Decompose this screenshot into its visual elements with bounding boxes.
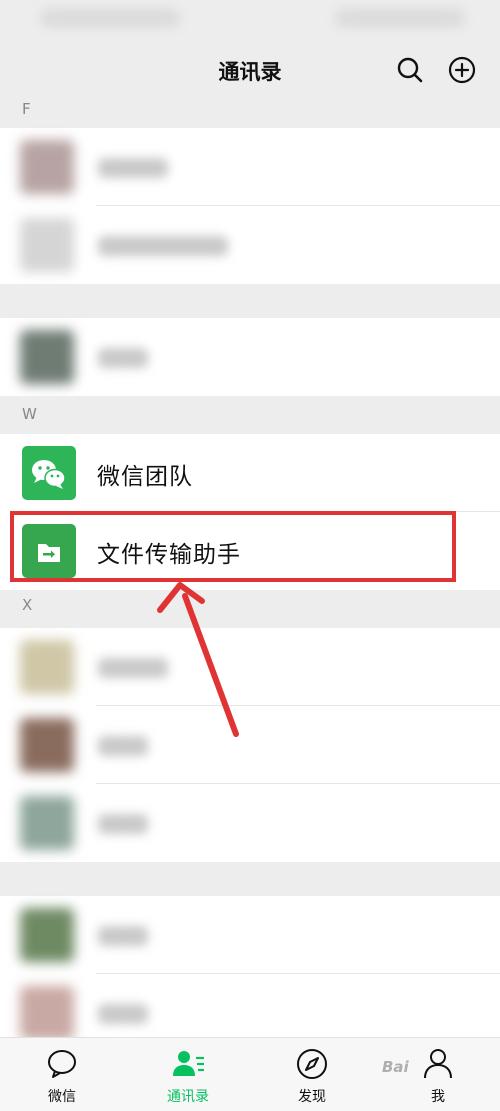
tab-label: 微信 xyxy=(48,1089,76,1105)
contacts-icon xyxy=(173,1051,204,1076)
tab-label: 发现 xyxy=(298,1089,326,1105)
chat-bubble-icon xyxy=(48,1050,76,1078)
tab-label: 我 xyxy=(431,1089,445,1105)
tab-bar: 微信 通讯录 发现 我 Bai xyxy=(0,1037,500,1111)
annotation-arrow xyxy=(157,582,239,737)
tab-chats[interactable]: 微信 xyxy=(12,1038,112,1111)
compass-icon xyxy=(297,1049,327,1079)
person-icon xyxy=(424,1049,452,1079)
tab-label: 通讯录 xyxy=(167,1089,209,1105)
tab-contacts[interactable]: 通讯录 xyxy=(138,1038,238,1111)
tab-discover[interactable]: 发现 xyxy=(262,1038,362,1111)
watermark: Bai xyxy=(382,1058,409,1076)
